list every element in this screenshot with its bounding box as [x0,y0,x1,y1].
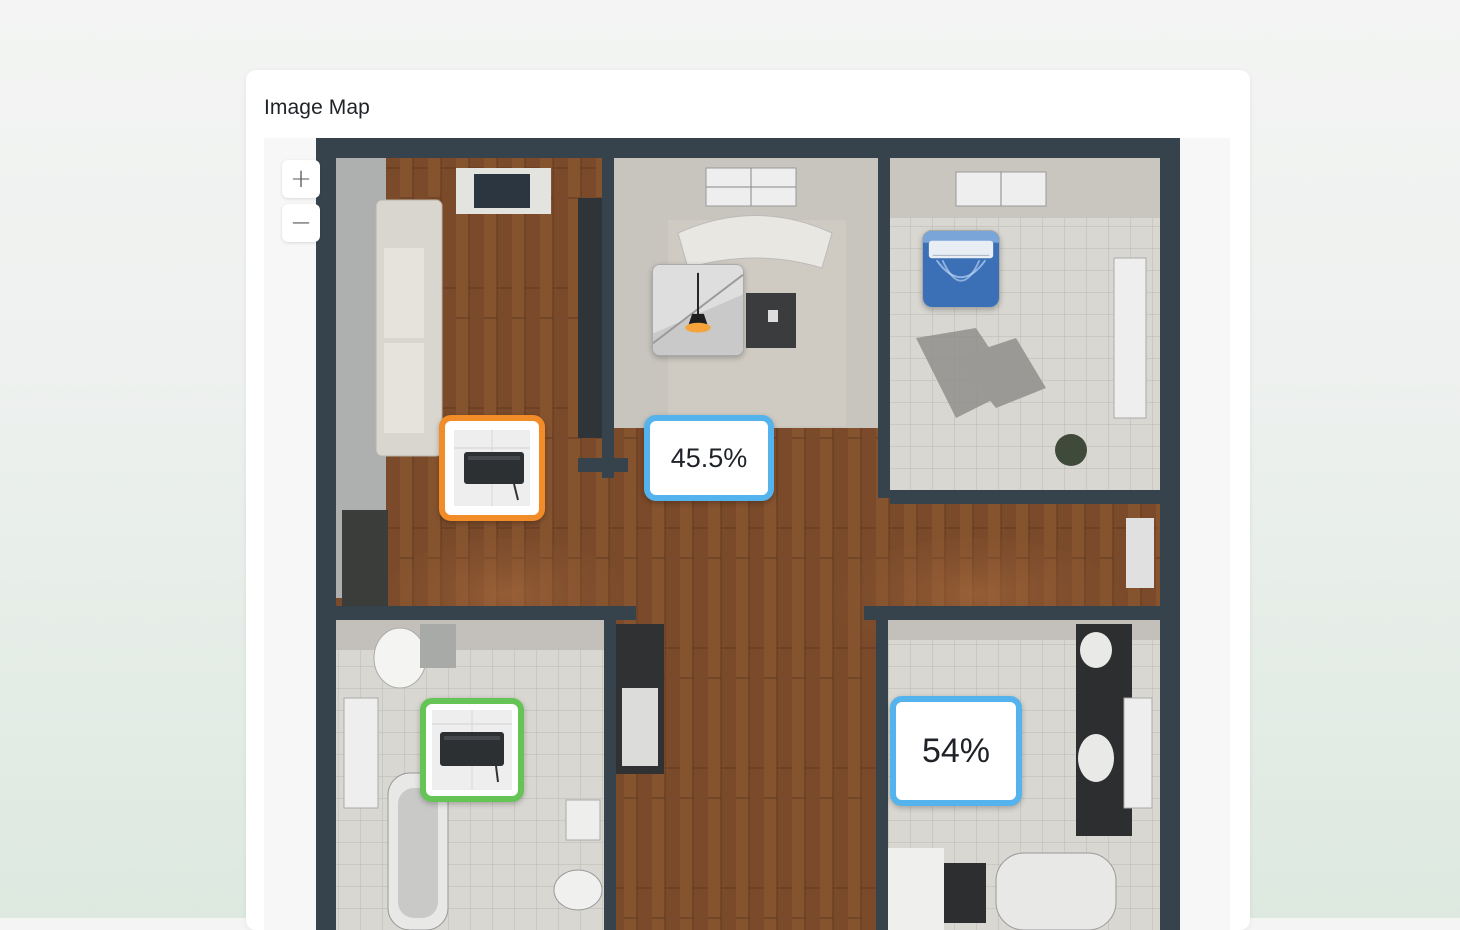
heater-marker-bathroom[interactable] [420,698,524,802]
air-conditioner-icon [923,231,999,307]
ac-marker-bedroom[interactable] [922,230,1000,308]
heater-icon [432,710,512,790]
zoom-controls: + − [282,160,320,242]
light-marker-living[interactable] [652,264,744,356]
floor-plan-image [316,138,1180,930]
zoom-in-button[interactable]: + [282,160,320,198]
humidity-marker-bathroom[interactable]: 54% [890,696,1022,806]
image-map[interactable]: + − 45.5% 54% [264,138,1230,930]
pendant-light-icon [653,265,743,355]
heater-marker-living[interactable] [439,415,545,521]
heater-icon [454,430,530,506]
image-map-card: Image Map + − 45.5% 54% [246,70,1250,930]
zoom-out-button[interactable]: − [282,204,320,242]
card-title: Image Map [264,96,370,119]
humidity-marker-living[interactable]: 45.5% [644,415,774,501]
humidity-value: 54% [921,731,991,770]
humidity-value: 45.5% [670,442,748,473]
